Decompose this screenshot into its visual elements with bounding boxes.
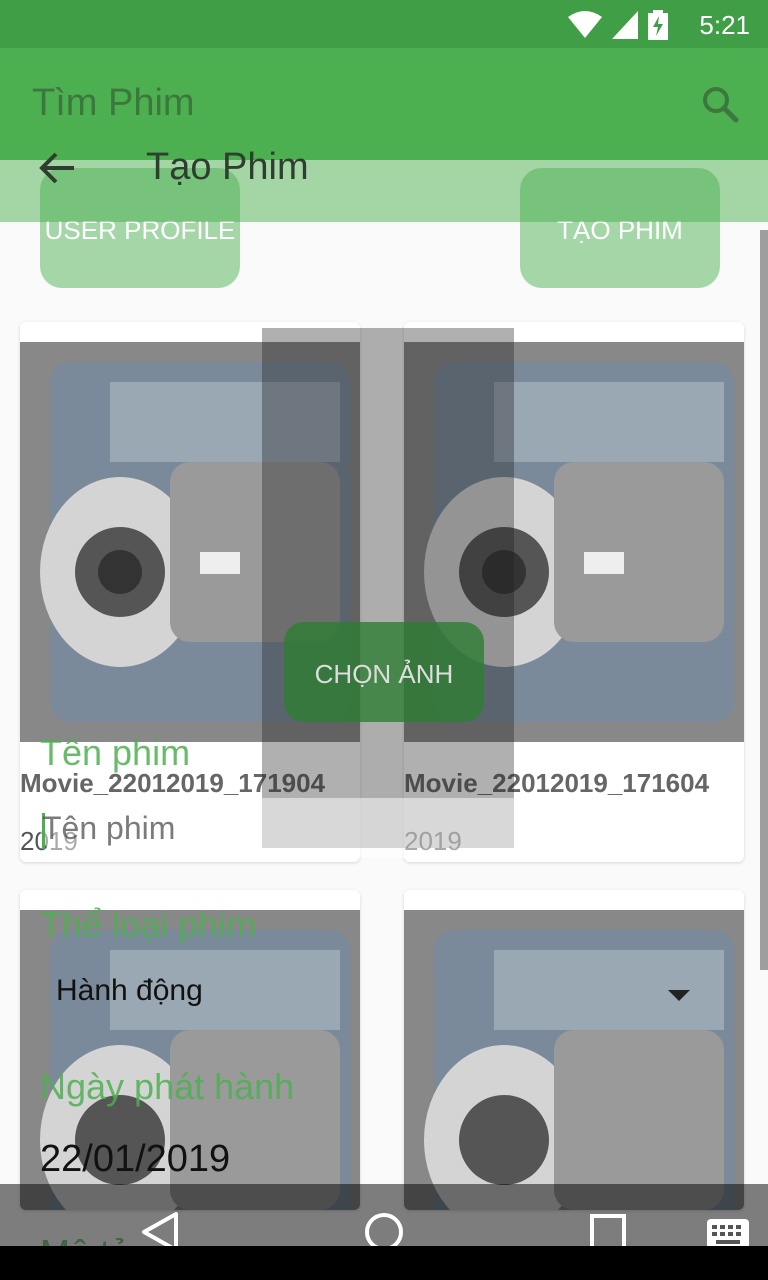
- wifi-icon: [568, 11, 602, 38]
- overlay-app-bar: [0, 62, 768, 222]
- create-movie-overlay: Tạo Phim CHỌN ẢNH Tên phim Tên phim Thể …: [0, 62, 768, 1273]
- overlay-title: Tạo Phim: [146, 146, 309, 188]
- release-date-label: Ngày phát hành: [40, 1066, 295, 1107]
- screen: 5:21 Tìm Phim USER PROFILE TẠO PHIM Movi…: [0, 0, 768, 1280]
- movie-name-label: Tên phim: [40, 732, 191, 773]
- nav-bar-base: [0, 1246, 768, 1280]
- genre-label: Thể loại phim: [40, 904, 257, 945]
- movie-name-placeholder: Tên phim: [42, 810, 176, 846]
- movie-name-field[interactable]: Tên phim: [40, 798, 730, 858]
- choose-image-button[interactable]: CHỌN ẢNH: [284, 622, 484, 722]
- back-arrow-icon[interactable]: [38, 148, 78, 188]
- dropdown-arrow-icon[interactable]: [668, 990, 690, 1001]
- navigation-bar: [0, 1184, 768, 1280]
- genre-spinner[interactable]: Hành động: [56, 974, 203, 1008]
- signal-icon: [612, 11, 638, 39]
- clock: 5:21: [699, 10, 750, 40]
- release-date-field[interactable]: 22/01/2019: [40, 1138, 230, 1181]
- status-bar: 5:21: [0, 0, 768, 48]
- battery-charging-icon: [648, 10, 668, 40]
- movie-image-preview: [262, 328, 514, 848]
- status-icons: [568, 10, 668, 40]
